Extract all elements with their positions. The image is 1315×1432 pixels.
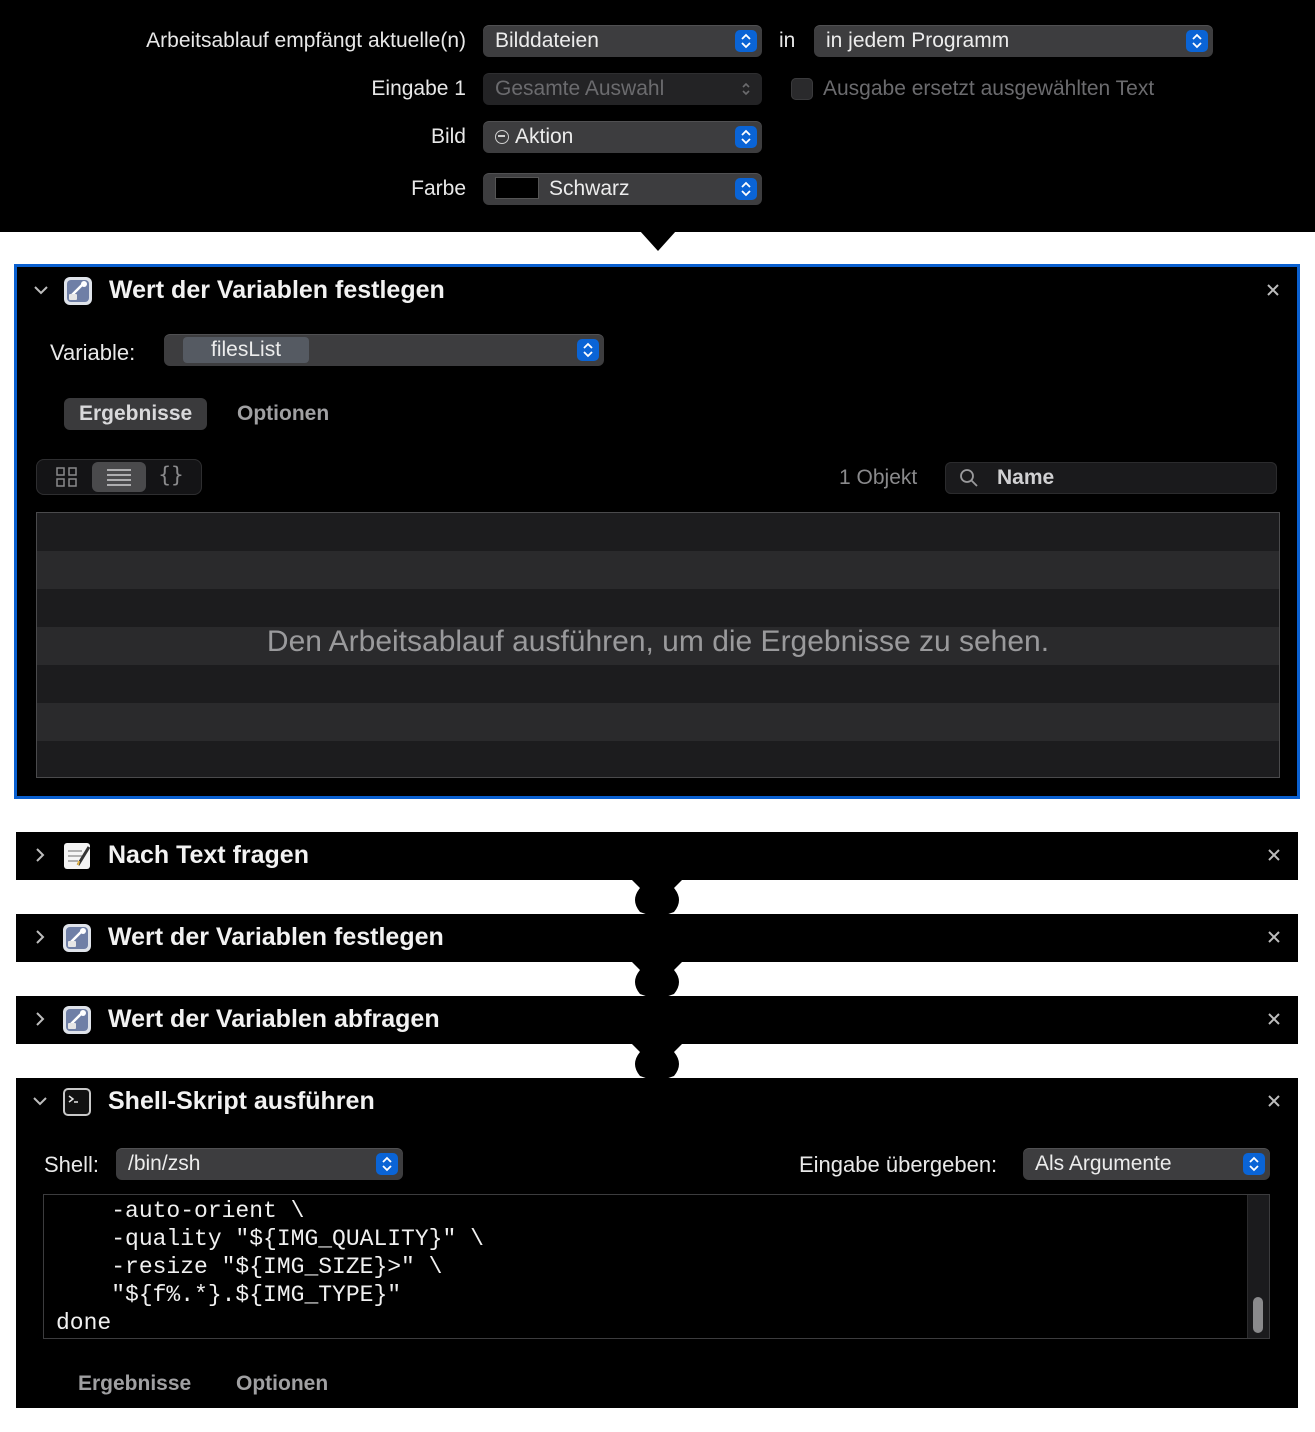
list-icon	[107, 469, 131, 486]
search-icon	[960, 469, 978, 487]
grid-icon	[56, 467, 77, 487]
search-placeholder: Name	[997, 466, 1055, 489]
popup-arrows-icon	[1243, 1153, 1265, 1175]
action-header[interactable]: Wert der Variablen abfragen	[16, 996, 1298, 1042]
action-ask-for-text[interactable]: Nach Text fragen	[16, 832, 1298, 880]
action-header[interactable]: Wert der Variablen festlegen	[17, 267, 1297, 313]
close-icon[interactable]	[1264, 927, 1284, 947]
empty-results-message: Den Arbeitsablauf ausführen, um die Erge…	[266, 625, 1050, 658]
popup-arrows-icon	[735, 126, 757, 148]
workflow-header: Arbeitsablauf empfängt aktuelle(n) Bildd…	[0, 0, 1315, 232]
receives-type-popup[interactable]: Bilddateien	[483, 25, 762, 57]
icon-view-button[interactable]	[40, 462, 94, 492]
variable-label: Variable:	[50, 340, 136, 365]
action-title: Wert der Variablen festlegen	[108, 923, 444, 951]
popup-arrows-icon	[735, 78, 757, 100]
chevron-down-icon[interactable]	[31, 280, 51, 300]
script-scrollbar[interactable]	[1247, 1195, 1269, 1338]
variable-icon	[63, 1006, 91, 1034]
color-value: Schwarz	[549, 177, 630, 200]
braces-icon: {}	[158, 463, 184, 487]
close-icon[interactable]	[1264, 1091, 1284, 1111]
in-label: in	[779, 29, 796, 52]
action-title: Shell-Skript ausführen	[108, 1087, 375, 1115]
chevron-right-icon[interactable]	[30, 1009, 50, 1029]
color-popup[interactable]: Schwarz	[483, 173, 762, 205]
color-label: Farbe	[411, 177, 466, 200]
pass-input-popup[interactable]: Als Argumente	[1023, 1148, 1270, 1180]
scrollbar-thumb[interactable]	[1253, 1297, 1263, 1333]
shell-label: Shell:	[44, 1152, 100, 1177]
image-value: Aktion	[515, 125, 574, 148]
search-field[interactable]: Name	[945, 462, 1277, 494]
popup-arrows-icon	[1186, 30, 1208, 52]
variable-icon	[63, 924, 91, 952]
close-icon[interactable]	[1263, 280, 1283, 300]
object-count: 1 Objekt	[839, 466, 918, 489]
action-title: Wert der Variablen abfragen	[108, 1005, 440, 1033]
action-header[interactable]: Nach Text fragen	[16, 832, 1298, 878]
tab-options[interactable]: Optionen	[222, 398, 344, 430]
results-row	[37, 551, 1279, 589]
list-view-button[interactable]	[92, 462, 146, 492]
view-mode-control[interactable]: {}	[36, 459, 202, 495]
action-run-shell-script[interactable]: Shell-Skript ausführen Shell: /bin/zsh E…	[16, 1078, 1298, 1408]
shell-value: /bin/zsh	[128, 1152, 201, 1175]
chevron-right-icon[interactable]	[30, 927, 50, 947]
terminal-icon	[63, 1088, 91, 1116]
popup-arrows-icon	[735, 30, 757, 52]
results-row	[37, 703, 1279, 741]
header-connector	[640, 231, 676, 251]
results-row	[37, 741, 1279, 777]
color-swatch	[495, 177, 539, 199]
chevron-down-icon[interactable]	[30, 1091, 50, 1111]
input-value: Gesamte Auswahl	[495, 77, 665, 100]
program-value: in jedem Programm	[826, 29, 1010, 52]
image-label: Bild	[430, 125, 466, 148]
tab-results[interactable]: Ergebnisse	[64, 398, 208, 430]
popup-arrows-icon	[735, 178, 757, 200]
action-set-variable-1[interactable]: Wert der Variablen festlegen Variable: f…	[14, 264, 1300, 799]
action-connector	[630, 960, 684, 1000]
shell-popup[interactable]: /bin/zsh	[116, 1148, 403, 1180]
action-get-variable[interactable]: Wert der Variablen abfragen	[16, 996, 1298, 1044]
pass-input-label: Eingabe übergeben:	[799, 1152, 998, 1177]
results-row	[37, 665, 1279, 703]
action-connector	[630, 878, 684, 918]
script-editor[interactable]: -auto-orient \ -quality "${IMG_QUALITY}"…	[43, 1194, 1270, 1339]
text-view-button[interactable]: {}	[144, 462, 198, 492]
popup-arrows-icon	[376, 1153, 398, 1175]
action-header[interactable]: Shell-Skript ausführen	[16, 1078, 1298, 1124]
results-list: Den Arbeitsablauf ausführen, um die Erge…	[36, 512, 1280, 778]
chevron-right-icon[interactable]	[30, 845, 50, 865]
replace-text-label: Ausgabe ersetzt ausgewählten Text	[823, 77, 1155, 100]
image-popup[interactable]: Aktion	[483, 121, 762, 153]
action-gear-icon	[495, 130, 509, 144]
action-connector	[630, 1042, 684, 1082]
input-label: Eingabe 1	[371, 77, 466, 100]
action-title: Wert der Variablen festlegen	[109, 276, 445, 304]
close-icon[interactable]	[1264, 845, 1284, 865]
results-row	[37, 589, 1279, 627]
text-note-icon	[64, 843, 91, 869]
variable-token: filesList	[183, 337, 310, 364]
receives-type-value: Bilddateien	[495, 29, 599, 52]
close-icon[interactable]	[1264, 1009, 1284, 1029]
pass-input-value: Als Argumente	[1035, 1152, 1172, 1175]
variable-icon	[64, 277, 92, 305]
variable-popup[interactable]: filesList	[164, 334, 604, 366]
tab-options[interactable]: Optionen	[221, 1368, 343, 1400]
popup-arrows-icon	[577, 339, 599, 361]
receives-label: Arbeitsablauf empfängt aktuelle(n)	[146, 29, 466, 52]
program-popup[interactable]: in jedem Programm	[814, 25, 1213, 57]
action-title: Nach Text fragen	[108, 841, 309, 869]
script-code[interactable]: -auto-orient \ -quality "${IMG_QUALITY}"…	[56, 1197, 484, 1337]
results-row	[37, 513, 1279, 551]
tab-results[interactable]: Ergebnisse	[63, 1368, 206, 1400]
action-set-variable-2[interactable]: Wert der Variablen festlegen	[16, 914, 1298, 962]
action-header[interactable]: Wert der Variablen festlegen	[16, 914, 1298, 960]
replace-text-checkbox[interactable]	[791, 78, 813, 100]
input-popup[interactable]: Gesamte Auswahl	[483, 73, 762, 105]
